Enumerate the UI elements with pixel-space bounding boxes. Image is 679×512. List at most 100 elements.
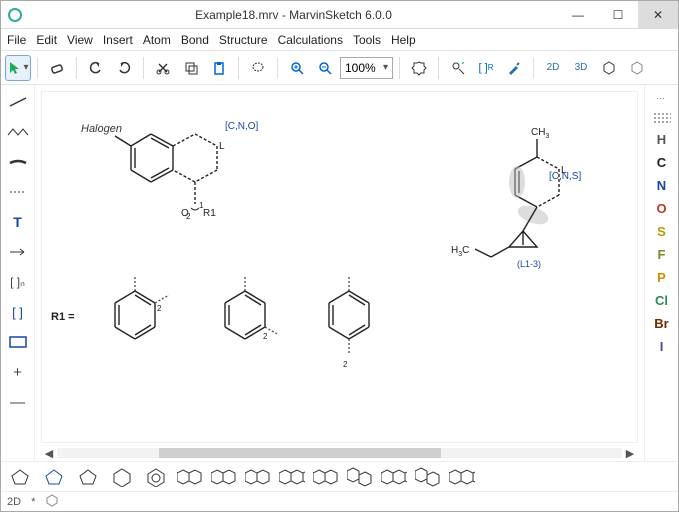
- ring-template-14[interactable]: [449, 466, 475, 488]
- template-bar: [1, 461, 678, 491]
- menu-calculations[interactable]: Calculations: [278, 33, 343, 47]
- text-tool[interactable]: T: [5, 211, 31, 233]
- left-toolbar: T [ ]ₙ [ ] + —: [1, 85, 35, 461]
- canvas[interactable]: Halogen [C,N,O] L O 2 1 R1: [41, 91, 638, 443]
- svg-text:R1: R1: [203, 208, 216, 219]
- element-O[interactable]: O: [656, 201, 666, 216]
- ring-benzene[interactable]: [143, 466, 169, 488]
- close-button[interactable]: ✕: [638, 1, 678, 29]
- redo-button[interactable]: [111, 55, 137, 81]
- element-F[interactable]: F: [658, 247, 666, 262]
- rgroup-button[interactable]: [ ]R: [473, 55, 499, 81]
- element-H[interactable]: H: [657, 132, 666, 147]
- titlebar: Example18.mrv - MarvinSketch 6.0.0 — ☐ ✕: [1, 1, 678, 29]
- statusbar: 2D *: [1, 491, 678, 511]
- element-bar: ⋯ H C N O S F P Cl Br I: [644, 85, 678, 461]
- menu-atom[interactable]: Atom: [143, 33, 171, 47]
- ring-template-7[interactable]: [211, 466, 237, 488]
- structure-top-right: CH3 L H3C: [451, 121, 621, 321]
- r1-member-2: 2: [197, 271, 297, 391]
- element-N[interactable]: N: [657, 178, 666, 193]
- paste-button[interactable]: [206, 55, 232, 81]
- clean3d-button[interactable]: 3D: [568, 55, 594, 81]
- undo-button[interactable]: [83, 55, 109, 81]
- clean2d-button[interactable]: 2D: [540, 55, 566, 81]
- menubar: File Edit View Insert Atom Bond Structur…: [1, 29, 678, 51]
- element-P[interactable]: P: [657, 270, 666, 285]
- rect-tool[interactable]: [5, 331, 31, 353]
- erase-tool[interactable]: [44, 55, 70, 81]
- clean-button[interactable]: [445, 55, 471, 81]
- svg-text:L: L: [561, 165, 567, 176]
- menu-help[interactable]: Help: [391, 33, 416, 47]
- brackets-n-tool[interactable]: [ ]ₙ: [5, 271, 31, 293]
- r1-member-3: 2: [301, 271, 401, 401]
- app-icon: [7, 7, 23, 23]
- hex-button[interactable]: [596, 55, 622, 81]
- svg-text:2: 2: [263, 332, 268, 341]
- brush-button[interactable]: [501, 55, 527, 81]
- ring-cyclopentene[interactable]: [75, 466, 101, 488]
- status-mode: 2D: [7, 496, 21, 508]
- menu-file[interactable]: File: [7, 33, 26, 47]
- rightbar-more-icon[interactable]: ⋯: [656, 93, 667, 104]
- menu-bond[interactable]: Bond: [181, 33, 209, 47]
- zoom-in-button[interactable]: [284, 55, 310, 81]
- scroll-thumb[interactable]: [159, 448, 442, 458]
- plus-tool[interactable]: +: [5, 361, 31, 383]
- element-I[interactable]: I: [660, 339, 664, 354]
- horizontal-scrollbar[interactable]: ◀ ▶: [41, 445, 638, 461]
- r1-equals-label: R1 =: [51, 311, 75, 323]
- menu-structure[interactable]: Structure: [219, 33, 268, 47]
- ring-naphthalene[interactable]: [177, 466, 203, 488]
- copy-button[interactable]: [178, 55, 204, 81]
- menu-insert[interactable]: Insert: [103, 33, 133, 47]
- periodic-table-icon[interactable]: [653, 112, 671, 124]
- menu-edit[interactable]: Edit: [36, 33, 57, 47]
- settings-button[interactable]: [406, 55, 432, 81]
- scroll-right-icon[interactable]: ▶: [622, 447, 638, 460]
- r1-member-1: 2: [87, 271, 187, 381]
- zoom-out-button[interactable]: [312, 55, 338, 81]
- element-Br[interactable]: Br: [654, 316, 668, 331]
- svg-text:L: L: [219, 141, 225, 152]
- menu-tools[interactable]: Tools: [353, 33, 381, 47]
- svg-text:CH3: CH3: [531, 127, 549, 140]
- lasso-tool[interactable]: [245, 55, 271, 81]
- bond-single-tool[interactable]: [5, 91, 31, 113]
- bond-bold-tool[interactable]: [5, 151, 31, 173]
- ring-cyclohexane[interactable]: [109, 466, 135, 488]
- selection-tool[interactable]: ▾: [5, 55, 31, 81]
- chevron-down-icon: ▾: [383, 62, 388, 73]
- ring-template-11[interactable]: [347, 466, 373, 488]
- element-C[interactable]: C: [657, 155, 666, 170]
- hex-alt-button[interactable]: [624, 55, 650, 81]
- ring-template-13[interactable]: [415, 466, 441, 488]
- structure-top-left: L O 2 1 R1: [111, 116, 271, 236]
- ring-template-10[interactable]: [313, 466, 339, 488]
- status-icon: [45, 493, 59, 510]
- bond-chain-tool[interactable]: [5, 121, 31, 143]
- ring-template-12[interactable]: [381, 466, 407, 488]
- maximize-button[interactable]: ☐: [598, 1, 638, 29]
- ring-template-9[interactable]: [279, 466, 305, 488]
- brackets-tool[interactable]: [ ]: [5, 301, 31, 323]
- menu-view[interactable]: View: [67, 33, 93, 47]
- svg-text:2: 2: [186, 212, 191, 221]
- status-star: *: [31, 496, 35, 508]
- arrow-tool[interactable]: [5, 241, 31, 263]
- minimize-button[interactable]: —: [558, 1, 598, 29]
- window-title: Example18.mrv - MarvinSketch 6.0.0: [29, 8, 558, 22]
- element-S[interactable]: S: [657, 224, 666, 239]
- ring-template-8[interactable]: [245, 466, 271, 488]
- minus-tool[interactable]: —: [5, 391, 31, 413]
- svg-text:2: 2: [157, 304, 162, 313]
- svg-text:2: 2: [343, 360, 348, 369]
- zoom-combo[interactable]: 100%▾: [340, 57, 393, 79]
- scroll-left-icon[interactable]: ◀: [41, 447, 57, 460]
- element-Cl[interactable]: Cl: [655, 293, 668, 308]
- ring-cyclopentane[interactable]: [7, 466, 33, 488]
- cut-button[interactable]: [150, 55, 176, 81]
- ring-pyrrole[interactable]: [41, 466, 67, 488]
- bond-dashed-tool[interactable]: [5, 181, 31, 203]
